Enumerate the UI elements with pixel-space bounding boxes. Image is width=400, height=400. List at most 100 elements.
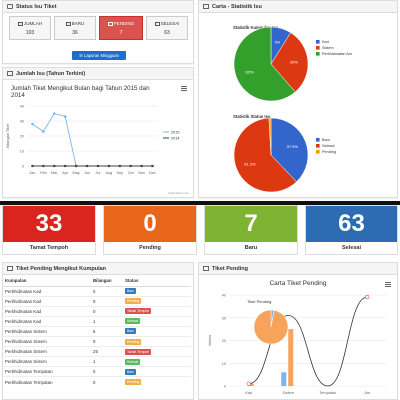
ticket-icon bbox=[65, 22, 71, 26]
y-tick-label: 30 bbox=[222, 316, 226, 320]
chart-credit: Highcharts.com bbox=[168, 191, 189, 195]
status-badge: Tamat Tempoh bbox=[125, 348, 152, 355]
status-icon bbox=[7, 4, 13, 9]
status-badge: Pending bbox=[125, 338, 142, 345]
thumbs-up-icon bbox=[154, 22, 160, 26]
bar-Pending bbox=[288, 329, 294, 386]
pending-label: PENDING bbox=[113, 21, 135, 26]
row-status: Baru bbox=[123, 285, 191, 297]
pending-chart-title: Tiket Pending bbox=[212, 266, 248, 272]
pie-chart-icon bbox=[203, 4, 209, 9]
x-tick-label: Jan bbox=[29, 171, 35, 175]
row-status: Selesai bbox=[123, 315, 191, 327]
y-tick-label: 40 bbox=[20, 105, 24, 109]
pending-value: 7 bbox=[119, 30, 123, 36]
row-group: Perkhidmatan Kad bbox=[3, 315, 91, 327]
data-point bbox=[118, 164, 121, 168]
status-badge: Pending bbox=[125, 379, 142, 386]
col-group: Kumpulan bbox=[3, 276, 91, 287]
wrench-icon bbox=[107, 22, 113, 26]
data-point bbox=[140, 164, 143, 168]
y-tick-label: 30 bbox=[20, 120, 24, 124]
done-tile[interactable]: 63 Selesai bbox=[305, 205, 398, 255]
x-tick-label: Mar bbox=[51, 171, 58, 175]
x-tick-label: Nov bbox=[138, 171, 145, 175]
pending-tile[interactable]: 0 Pending bbox=[103, 205, 197, 255]
table-header-row: Kumpulan Bilangan Status bbox=[3, 276, 191, 287]
x-tick-label: Am bbox=[364, 391, 370, 395]
data-point bbox=[64, 164, 67, 168]
row-count: 1 bbox=[91, 356, 123, 367]
x-tick-label: Jul bbox=[96, 171, 101, 175]
row-count: 0 bbox=[91, 335, 123, 347]
new-caption: Baru bbox=[244, 245, 258, 251]
total-label: JUMLAH bbox=[23, 21, 42, 26]
done-button[interactable]: SELESAI 63 bbox=[146, 16, 188, 40]
legend-swatch bbox=[316, 46, 320, 50]
x-tick-label: Oct bbox=[128, 171, 135, 175]
chart-menu-icon[interactable] bbox=[181, 86, 187, 91]
chart-title: Jumlah Tiket Mengikut Bulan bagi Tahun 2… bbox=[11, 85, 150, 92]
table-row: Perkhidmatan Sistem 6 Baru bbox=[3, 325, 191, 337]
row-group: Perkhidmatan Kad bbox=[3, 305, 91, 317]
table-row: Perkhidmatan Kad 1 Selesai bbox=[3, 315, 191, 327]
pending-button[interactable]: PENDING 7 bbox=[99, 16, 143, 40]
y-tick-label: 20 bbox=[20, 135, 24, 139]
pending-table-title: Tiket Pending Mengikut Kumpulan bbox=[16, 266, 107, 272]
total-button[interactable]: JUMLAH 103 bbox=[9, 16, 51, 40]
row-count: 0 bbox=[91, 305, 123, 317]
x-tick-label: Apr bbox=[62, 171, 69, 175]
row-count: 1 bbox=[91, 315, 123, 327]
data-point bbox=[151, 164, 154, 168]
pending-count: 0 bbox=[104, 206, 196, 242]
pie-panel-title: Carta - Statistik Isu bbox=[212, 4, 262, 10]
legend-label: 2015 bbox=[171, 131, 179, 135]
status-badge: Tamat Tempoh bbox=[125, 308, 152, 315]
legend-label: Baru bbox=[322, 138, 330, 142]
x-tick-label: Tempatan bbox=[319, 391, 336, 395]
status-badge: Selesai bbox=[125, 318, 141, 325]
row-count: 0 bbox=[91, 295, 123, 307]
row-group: Perkhidmatan Sistem bbox=[3, 325, 91, 337]
data-point bbox=[52, 112, 56, 115]
data-point bbox=[75, 164, 78, 168]
row-status: Pending bbox=[123, 335, 191, 347]
status-badge: Baru bbox=[125, 288, 137, 295]
new-label: BARU bbox=[71, 21, 85, 26]
pending-caption: Pending bbox=[139, 245, 161, 251]
inset-pie-slice bbox=[253, 309, 289, 345]
weekly-report-button[interactable]: ☰ Laporan Mingguan bbox=[72, 51, 126, 60]
data-point bbox=[107, 164, 110, 168]
status-badge: Baru bbox=[125, 328, 137, 335]
x-tick-label: Feb bbox=[40, 171, 47, 175]
done-count: 63 bbox=[306, 206, 397, 242]
row-group: Perkhidmatan Sistem bbox=[3, 346, 91, 357]
x-tick-label: Sistem bbox=[282, 391, 294, 395]
new-tile[interactable]: 7 Baru bbox=[204, 205, 298, 255]
pending-chart-menu-icon[interactable] bbox=[385, 282, 391, 287]
legend-swatch bbox=[316, 138, 320, 142]
new-button[interactable]: BARU 36 bbox=[54, 16, 96, 40]
monthly-panel-title: Jumlah Isu (Tahun Terkini) bbox=[16, 71, 86, 77]
pie-slice-label: 37.9% bbox=[287, 144, 299, 149]
x-tick-label: Aug bbox=[105, 171, 112, 175]
pending-combo-chart: Carta Tiket Pending 0 10 20 30 40 Values Kad Sis… bbox=[208, 280, 387, 395]
row-status: Baru bbox=[123, 325, 191, 337]
done-value: 63 bbox=[164, 30, 170, 36]
trend-point bbox=[246, 381, 251, 386]
data-point bbox=[42, 130, 45, 133]
chart-title-line2: 2014 bbox=[11, 92, 25, 99]
x-tick-label: May bbox=[73, 171, 80, 175]
data-point bbox=[42, 164, 45, 168]
status-badge: Selesai bbox=[125, 358, 141, 365]
legend-swatch bbox=[316, 144, 320, 148]
expired-tile[interactable]: 33 Tamat Tempoh bbox=[2, 205, 96, 255]
y-tick-label: 0 bbox=[224, 385, 226, 389]
table-row: Perkhidmatan Sistem 1 Selesai bbox=[3, 356, 191, 367]
bar-chart-icon bbox=[203, 266, 209, 271]
pie-slice-label: 9% bbox=[274, 39, 280, 44]
row-group: Perkhidmatan Tempatan bbox=[3, 366, 91, 377]
y-tick-label: 20 bbox=[222, 339, 226, 343]
pie-slice-label: 61.2% bbox=[244, 162, 256, 167]
new-value: 36 bbox=[72, 30, 78, 36]
